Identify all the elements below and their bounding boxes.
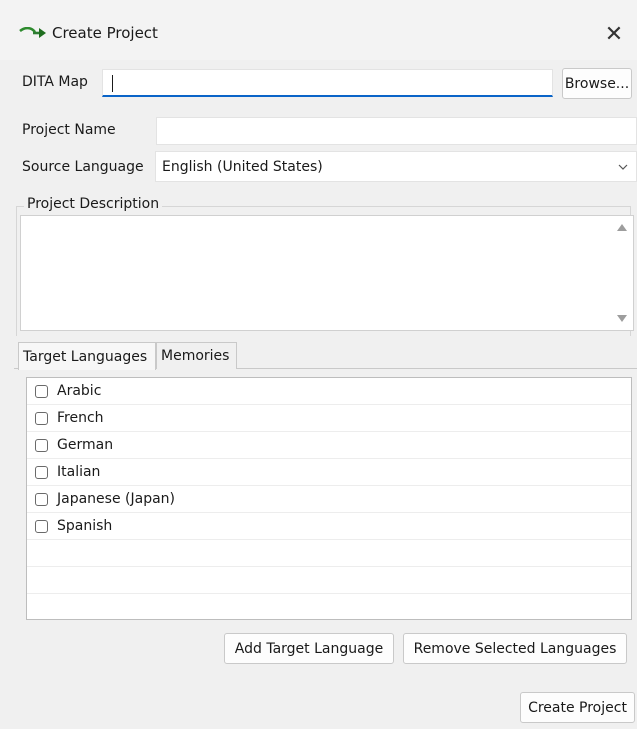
- list-item[interactable]: Italian: [27, 459, 631, 486]
- description-textarea[interactable]: [20, 215, 634, 331]
- language-name: Italian: [57, 464, 101, 480]
- window-title: Create Project: [52, 24, 158, 42]
- language-name: Arabic: [57, 383, 102, 399]
- project-name-input[interactable]: [157, 118, 636, 144]
- close-button[interactable]: ✕: [591, 15, 637, 53]
- add-target-language-button[interactable]: Add Target Language: [224, 633, 394, 664]
- checkbox[interactable]: [35, 411, 48, 425]
- text-cursor: [112, 75, 113, 92]
- empty-row: [27, 567, 631, 594]
- checkbox[interactable]: [35, 519, 48, 533]
- language-name: Japanese (Japan): [57, 491, 175, 507]
- tab-target-languages-label: Target Languages: [23, 348, 148, 365]
- checkbox[interactable]: [35, 384, 48, 398]
- language-name: Spanish: [57, 518, 113, 534]
- source-language-select[interactable]: English (United States): [155, 151, 637, 182]
- target-language-list[interactable]: Arabic French German Italian Japanese (J…: [26, 377, 632, 620]
- language-name: German: [57, 437, 114, 453]
- list-item[interactable]: German: [27, 432, 631, 459]
- language-name: French: [57, 410, 104, 426]
- tab-memories[interactable]: Memories: [156, 342, 237, 369]
- empty-row: [27, 594, 631, 619]
- description-group-border-left: [16, 206, 17, 336]
- tab-memories-label: Memories: [161, 348, 230, 364]
- list-item[interactable]: Japanese (Japan): [27, 486, 631, 513]
- checkbox[interactable]: [35, 492, 48, 506]
- title-bar: Create Project ✕: [0, 0, 637, 60]
- source-language-value: English (United States): [162, 158, 323, 175]
- checkbox[interactable]: [35, 465, 48, 479]
- browse-button[interactable]: Browse...: [562, 68, 632, 99]
- close-icon: ✕: [604, 21, 624, 47]
- checkbox[interactable]: [35, 438, 48, 452]
- list-item[interactable]: French: [27, 405, 631, 432]
- create-project-button[interactable]: Create Project: [520, 692, 635, 723]
- arrow-icon: [19, 27, 46, 38]
- chevron-down-icon: [618, 164, 628, 170]
- list-item[interactable]: Arabic: [27, 378, 631, 405]
- description-group-title: Project Description: [24, 196, 163, 212]
- remove-selected-languages-button[interactable]: Remove Selected Languages: [403, 633, 627, 664]
- empty-row: [27, 540, 631, 567]
- dita-map-field[interactable]: [102, 69, 553, 97]
- scroll-up-arrow-icon[interactable]: [617, 224, 627, 231]
- project-name-label: Project Name: [22, 122, 116, 138]
- list-item[interactable]: Spanish: [27, 513, 631, 540]
- dita-map-label: DITA Map: [22, 74, 88, 90]
- scroll-down-arrow-icon[interactable]: [617, 315, 627, 322]
- source-language-label: Source Language: [22, 159, 144, 175]
- project-name-field[interactable]: [156, 117, 637, 145]
- tab-target-languages[interactable]: Target Languages: [18, 342, 156, 370]
- dita-map-input[interactable]: [103, 70, 552, 95]
